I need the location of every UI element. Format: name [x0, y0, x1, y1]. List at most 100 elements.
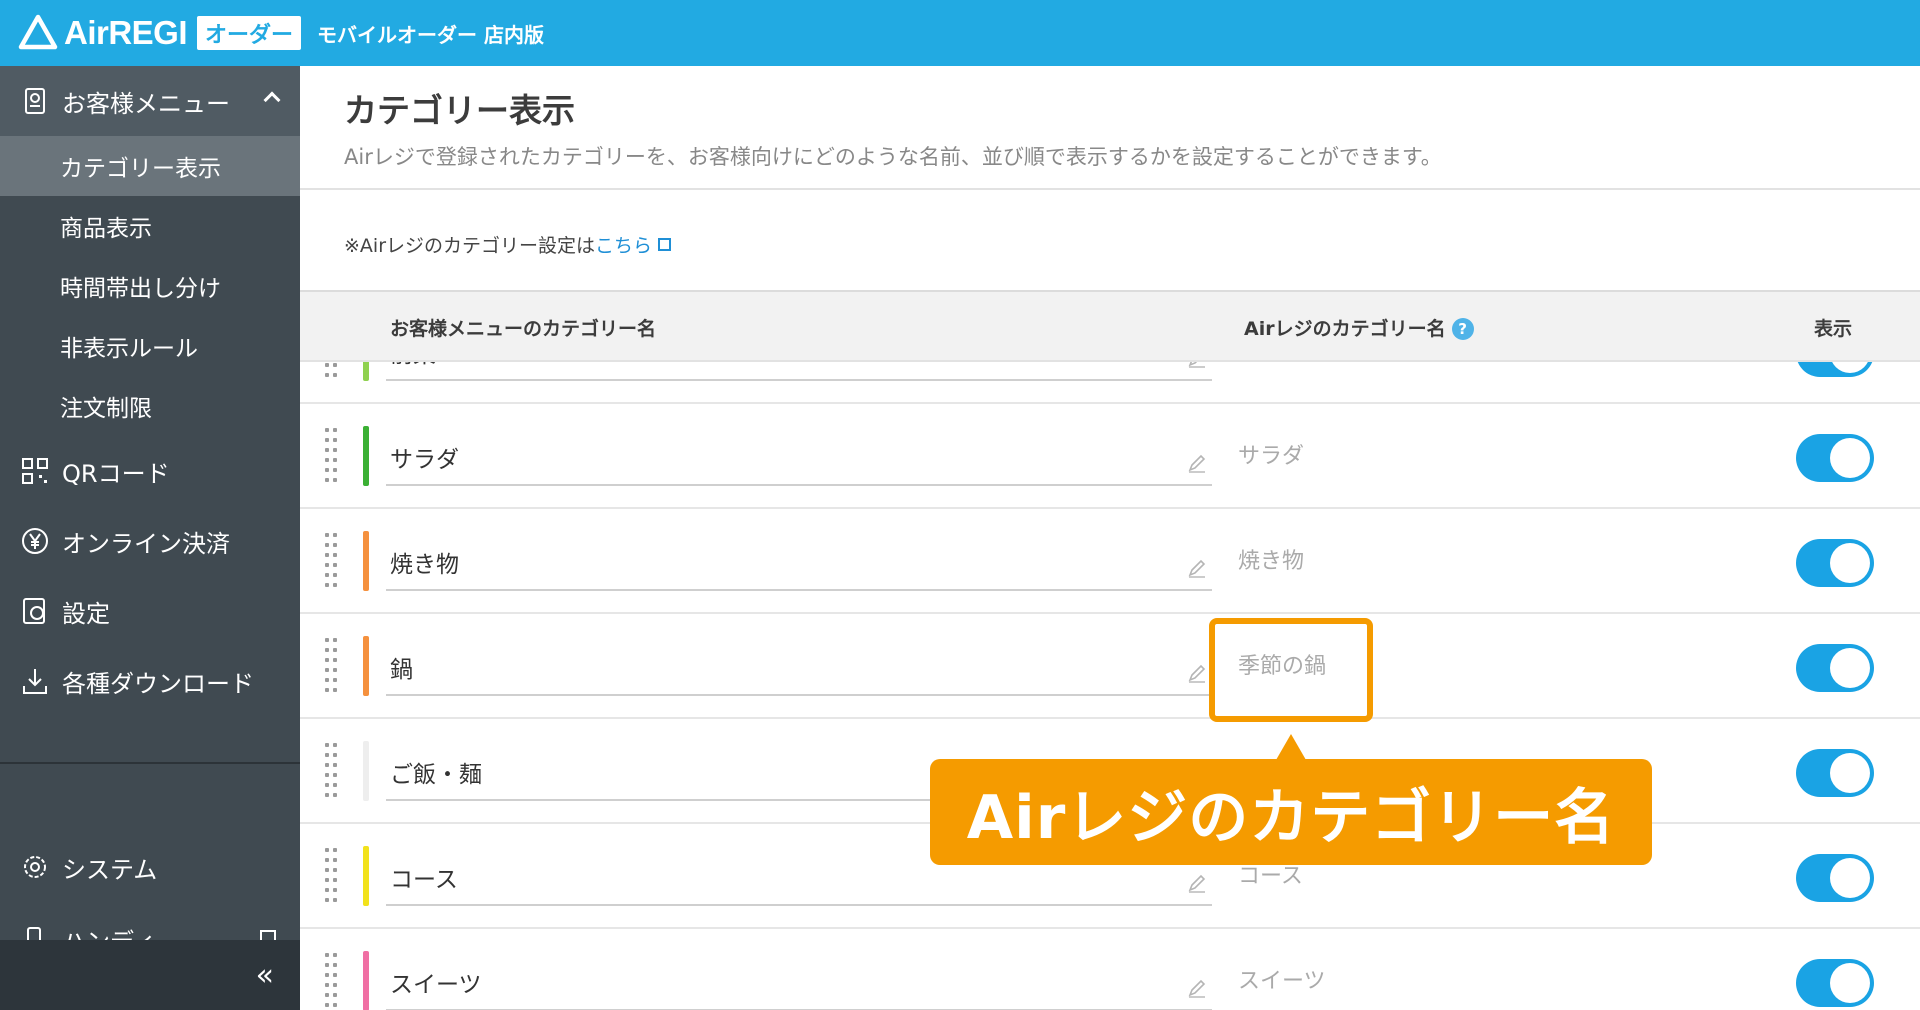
- drag-handle-icon[interactable]: [325, 741, 339, 801]
- sidebar-collapse-bar[interactable]: «: [0, 940, 300, 1010]
- category-name-text: 鍋: [390, 657, 413, 683]
- pencil-icon[interactable]: [1186, 662, 1208, 684]
- airregi-settings-link[interactable]: こちら: [595, 235, 652, 257]
- display-toggle[interactable]: [1796, 959, 1874, 1007]
- sidebar-subitem-label: 商品表示: [60, 216, 152, 242]
- category-list: 前菜前菜サラダサラダ焼き物焼き物鍋季節の鍋ご飯・麺コースコーススイーツスイーツ: [300, 362, 1920, 1010]
- logo-mark-icon: [18, 14, 58, 50]
- sidebar-item-system[interactable]: システム: [0, 832, 300, 902]
- download-icon: [23, 669, 47, 694]
- drag-handle-icon[interactable]: [325, 362, 339, 381]
- table-row[interactable]: 鍋季節の鍋: [300, 614, 1920, 719]
- sidebar-item-label: システム: [62, 855, 158, 884]
- help-icon[interactable]: ?: [1451, 318, 1474, 340]
- category-color-bar: [363, 636, 369, 696]
- callout-pointer: [1276, 734, 1306, 760]
- table-row[interactable]: サラダ サラダ: [300, 404, 1920, 509]
- toggle-knob: [1830, 543, 1870, 583]
- sidebar-item-label: オンライン決済: [62, 529, 230, 558]
- drag-handle-icon[interactable]: [325, 426, 339, 486]
- sidebar-subitem-order-limits[interactable]: 注文制限: [0, 376, 300, 436]
- display-toggle[interactable]: [1796, 854, 1874, 902]
- category-color-bar: [363, 362, 369, 381]
- airregi-logo[interactable]: AirREGI オーダー: [18, 13, 302, 53]
- page-title: カテゴリー表示: [344, 91, 575, 130]
- column-header-airregi-name: Airレジのカテゴリー名?: [1244, 314, 1474, 341]
- pencil-icon[interactable]: [1186, 452, 1208, 474]
- toggle-knob: [1830, 753, 1870, 793]
- category-name-text: 前菜: [390, 362, 436, 369]
- category-name-input[interactable]: サラダ: [386, 426, 1212, 486]
- airregi-category-name: サラダ: [1238, 444, 1305, 469]
- sidebar-subitem-product-display[interactable]: 商品表示: [0, 196, 300, 256]
- display-toggle[interactable]: [1796, 362, 1874, 377]
- sidebar-item-settings[interactable]: 設定: [0, 576, 300, 646]
- gear-icon: [24, 856, 46, 878]
- display-toggle[interactable]: [1796, 539, 1874, 587]
- category-name-input[interactable]: スイーツ: [386, 951, 1212, 1010]
- drag-handle-icon[interactable]: [325, 951, 339, 1010]
- category-name-input[interactable]: 鍋: [386, 636, 1212, 696]
- note-text: ※Airレジのカテゴリー設定は: [344, 235, 596, 257]
- category-name-text: スイーツ: [390, 972, 482, 998]
- category-name-input[interactable]: 前菜: [386, 362, 1212, 381]
- page-description: Airレジで登録されたカテゴリーを、お客様向けにどのような名前、並び順で表示する…: [344, 145, 1442, 169]
- sidebar-subitem-label: カテゴリー表示: [60, 156, 221, 182]
- pencil-icon[interactable]: [1186, 362, 1208, 369]
- display-toggle[interactable]: [1796, 434, 1874, 482]
- app-header: AirREGI オーダー モバイルオーダー 店内版: [0, 0, 1920, 66]
- category-name-text: ご飯・麺: [390, 762, 482, 788]
- category-color-bar: [363, 531, 369, 591]
- sidebar-item-qr[interactable]: QRコード: [0, 436, 300, 506]
- sidebar-item-label: 設定: [62, 599, 110, 628]
- drag-handle-icon[interactable]: [325, 846, 339, 906]
- sidebar-item-label: 各種ダウンロード: [62, 669, 254, 698]
- airregi-category-name: スイーツ: [1238, 969, 1326, 994]
- display-toggle[interactable]: [1796, 644, 1874, 692]
- sidebar-item-online-payment[interactable]: オンライン決済: [0, 506, 300, 576]
- divider: [300, 188, 1920, 190]
- sidebar-subitem-label: 注文制限: [60, 396, 152, 422]
- drag-handle-icon[interactable]: [325, 531, 339, 591]
- table-row[interactable]: スイーツ スイーツ: [300, 929, 1920, 1010]
- airregi-category-name: 前菜: [1238, 362, 1282, 365]
- display-toggle[interactable]: [1796, 749, 1874, 797]
- sidebar-subitem-time-slots[interactable]: 時間帯出し分け: [0, 256, 300, 316]
- collapse-sidebar-icon[interactable]: «: [256, 958, 274, 993]
- toggle-knob: [1830, 362, 1870, 373]
- highlight-box: [1209, 618, 1373, 722]
- toggle-knob: [1830, 858, 1870, 898]
- column-header-display: 表示: [1814, 318, 1853, 340]
- external-link-icon[interactable]: [658, 238, 672, 251]
- logo-text: AirREGI: [64, 14, 188, 51]
- table-row[interactable]: 焼き物 焼き物: [300, 509, 1920, 614]
- airregi-category-name: 焼き物: [1238, 549, 1305, 574]
- drag-handle-icon[interactable]: [325, 636, 339, 696]
- category-name-text: 焼き物: [390, 552, 459, 578]
- sidebar-subitem-category-display[interactable]: カテゴリー表示: [0, 136, 300, 196]
- logo-badge: オーダー: [197, 16, 302, 50]
- toggle-knob: [1830, 648, 1870, 688]
- column-header-label: Airレジのカテゴリー名: [1244, 318, 1446, 340]
- sidebar-subitem-hide-rules[interactable]: 非表示ルール: [0, 316, 300, 376]
- menu-book-icon: [25, 88, 45, 114]
- qr-code-icon: [22, 458, 48, 484]
- category-color-bar: [363, 426, 369, 486]
- sidebar-item-customer-menu[interactable]: お客様メニュー: [0, 66, 300, 136]
- pencil-icon[interactable]: [1186, 557, 1208, 579]
- pencil-icon[interactable]: [1186, 977, 1208, 999]
- category-color-bar: [363, 846, 369, 906]
- table-header: お客様メニューのカテゴリー名 Airレジのカテゴリー名? 表示: [300, 290, 1920, 362]
- category-name-text: コース: [390, 867, 458, 893]
- app-subtitle: モバイルオーダー 店内版: [317, 22, 545, 47]
- category-color-bar: [363, 741, 369, 801]
- sidebar-item-downloads[interactable]: 各種ダウンロード: [0, 646, 300, 716]
- pencil-icon[interactable]: [1186, 872, 1208, 894]
- category-color-bar: [363, 951, 369, 1010]
- toggle-knob: [1830, 963, 1870, 1003]
- sidebar: お客様メニュー カテゴリー表示 商品表示 時間帯出し分け 非表示ルール 注文制限…: [0, 66, 300, 1010]
- category-name-input[interactable]: 焼き物: [386, 531, 1212, 591]
- sidebar-item-label: お客様メニュー: [62, 89, 230, 118]
- table-row[interactable]: 前菜 前菜: [300, 362, 1920, 404]
- chevron-up-icon[interactable]: [263, 91, 281, 109]
